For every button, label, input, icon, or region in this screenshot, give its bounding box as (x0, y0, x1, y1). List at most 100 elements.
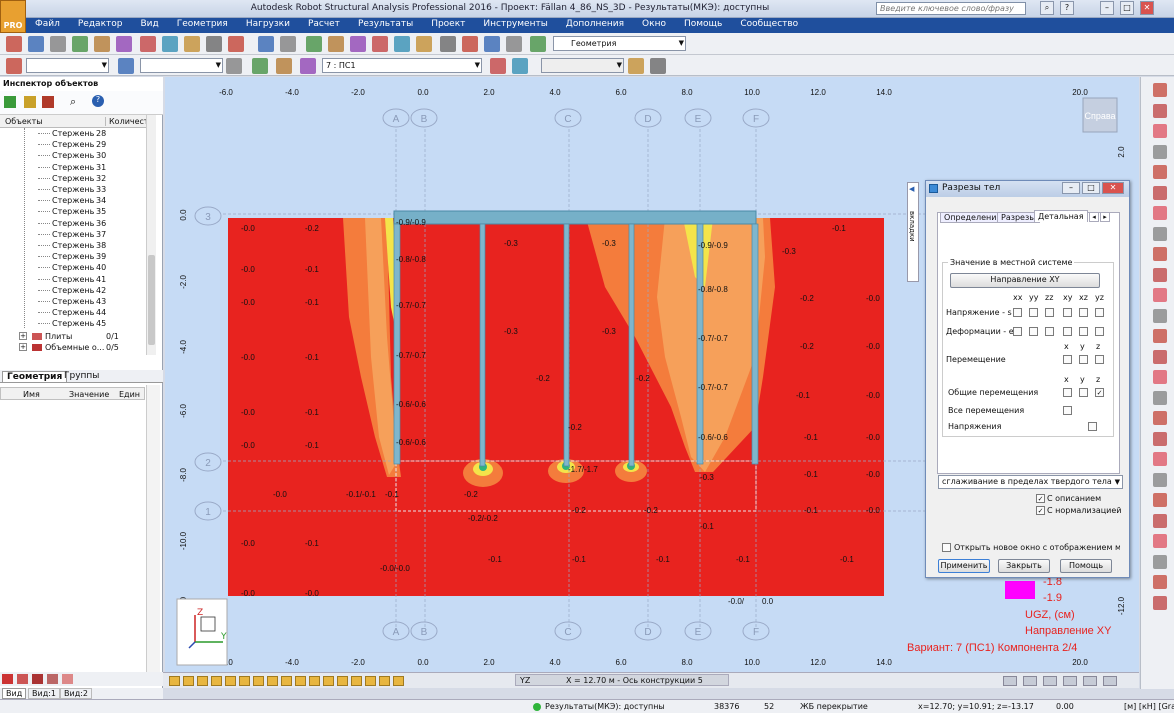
display-option-icon[interactable] (351, 676, 362, 686)
menu-item-11[interactable]: Помощь (675, 18, 731, 29)
display-option-icon[interactable] (323, 676, 334, 686)
display-option-icon[interactable] (225, 676, 236, 686)
toolbar-tool-icon[interactable] (484, 36, 500, 52)
right-tool-icon[interactable] (1153, 411, 1167, 425)
display-option-icon[interactable] (267, 676, 278, 686)
toolbar-tool-icon[interactable] (394, 36, 410, 52)
toolbar-tool-icon[interactable] (512, 58, 528, 74)
new-window-checkbox[interactable] (942, 543, 951, 552)
toolbar-tool-icon[interactable] (116, 36, 132, 52)
menu-item-9[interactable]: Дополнения (557, 18, 633, 29)
layout-select[interactable]: Геометрия ▼ (553, 36, 686, 51)
displacement-checkbox[interactable] (1079, 355, 1088, 364)
tree-scrollbar[interactable] (146, 115, 156, 355)
strain-checkbox[interactable] (1045, 327, 1054, 336)
display-option-icon[interactable] (365, 676, 376, 686)
all-displacement-checkbox[interactable] (1063, 406, 1072, 415)
displacement-checkbox[interactable] (1095, 355, 1104, 364)
smoothing-select[interactable]: сглаживание в пределах твердого тела ▼ (938, 475, 1123, 489)
arrow-left-icon[interactable]: ◀ (909, 185, 914, 193)
toolbar-tool-icon[interactable] (416, 36, 432, 52)
global-displacement-checkbox[interactable] (1079, 388, 1088, 397)
toolbar-tool-icon[interactable] (140, 36, 156, 52)
tree-item-solids[interactable]: + Объемные о... 0/5 (0, 342, 155, 353)
view-icon[interactable] (2, 674, 13, 684)
right-tool-icon[interactable] (1153, 329, 1167, 343)
col-objects[interactable]: Объекты (5, 117, 43, 126)
load-case-select[interactable]: 7 : ПС1 ▼ (322, 58, 482, 73)
right-tool-icon[interactable] (1153, 226, 1167, 241)
toolbar-tool-icon[interactable] (462, 36, 478, 52)
dialog-minimize-button[interactable]: – (1062, 182, 1080, 194)
toolbar-tool-icon[interactable] (162, 36, 178, 52)
funnel-icon[interactable] (24, 96, 36, 108)
display-option-icon[interactable] (169, 676, 180, 686)
menu-item-8[interactable]: Инструменты (474, 18, 556, 29)
view-control-icon[interactable] (1003, 676, 1017, 686)
display-option-icon[interactable] (337, 676, 348, 686)
view-control-icon[interactable] (1023, 676, 1037, 686)
display-option-icon[interactable] (295, 676, 306, 686)
apply-button[interactable]: Применить (938, 559, 990, 573)
display-option-icon[interactable] (253, 676, 264, 686)
stresses-checkbox[interactable] (1088, 422, 1097, 431)
right-tool-icon[interactable] (1153, 206, 1167, 220)
object-tree[interactable]: Стержень 28 Стержень 29 Стержень 30 Стержень 31… (0, 128, 155, 355)
menu-item-0[interactable]: Файл (26, 18, 69, 29)
menu-item-2[interactable]: Вид (131, 18, 167, 29)
display-option-icon[interactable] (393, 676, 404, 686)
search-icon[interactable]: ⌕ (1040, 1, 1054, 15)
col-value[interactable]: Значение (69, 390, 109, 399)
close-button[interactable]: ✕ (1140, 1, 1154, 15)
app-logo[interactable]: PRO (0, 0, 26, 33)
side-tab[interactable]: ◀ вкладки (907, 182, 919, 282)
right-tool-icon[interactable] (1153, 185, 1167, 200)
right-tool-icon[interactable] (1153, 575, 1167, 589)
right-tool-icon[interactable] (1153, 452, 1167, 466)
with-normalization-checkbox[interactable]: ✓ (1036, 506, 1045, 515)
menu-item-6[interactable]: Результаты (349, 18, 422, 29)
tab-definition[interactable]: Определение (940, 212, 1006, 223)
tab-geometry[interactable]: Геометрия (2, 371, 68, 382)
stress-checkbox[interactable] (1013, 308, 1022, 317)
help-icon[interactable]: ? (1060, 1, 1074, 15)
toolbar-tool-icon[interactable] (258, 36, 274, 52)
toolbar-tool-icon[interactable] (306, 36, 322, 52)
toolbar-tool-icon[interactable] (276, 58, 292, 74)
right-tool-icon[interactable] (1153, 124, 1167, 138)
status-units[interactable]: [м] [кН] [Grad] (1124, 702, 1174, 711)
col-name[interactable]: Имя (23, 390, 40, 399)
right-tool-icon[interactable] (1153, 349, 1167, 364)
right-tool-icon[interactable] (1153, 472, 1167, 487)
toolbar-tool-icon[interactable] (350, 36, 366, 52)
pile-cap-slab[interactable] (393, 210, 757, 225)
tab-detailed[interactable]: Детальная (1034, 210, 1088, 222)
close-dialog-button[interactable]: Закрыть (998, 559, 1050, 573)
search-icon[interactable]: ⌕ (70, 95, 76, 109)
right-tool-icon[interactable] (1153, 267, 1167, 282)
toolbar-tool-icon[interactable] (72, 36, 88, 52)
view-control-icon[interactable] (1043, 676, 1057, 686)
toolbar-tool-icon[interactable] (490, 58, 506, 74)
right-tool-icon[interactable] (1153, 308, 1167, 323)
toolbar-tool-icon[interactable] (328, 36, 344, 52)
menu-item-10[interactable]: Окно (633, 18, 675, 29)
toolbar-tool-icon[interactable] (300, 58, 316, 74)
tab-view-2[interactable]: Вид:2 (60, 688, 93, 699)
toolbar-tool-icon[interactable] (650, 58, 666, 74)
right-tool-icon[interactable] (1153, 431, 1167, 446)
toolbar-tool-icon[interactable] (506, 36, 522, 52)
global-displacement-checkbox[interactable]: ✓ (1095, 388, 1104, 397)
display-option-icon[interactable] (281, 676, 292, 686)
right-tool-icon[interactable] (1153, 493, 1167, 507)
view-icon[interactable] (47, 674, 58, 684)
view-control-icon[interactable] (1083, 676, 1097, 686)
right-tool-icon[interactable] (1153, 144, 1167, 159)
toolbar-tool-icon[interactable] (280, 36, 296, 52)
toolbar-tool-icon[interactable] (118, 58, 134, 74)
view-icon[interactable] (17, 674, 28, 684)
toolbar-tool-icon[interactable] (252, 58, 268, 74)
help-button[interactable]: Помощь (1060, 559, 1112, 573)
menu-item-7[interactable]: Проект (422, 18, 474, 29)
display-option-icon[interactable] (309, 676, 320, 686)
